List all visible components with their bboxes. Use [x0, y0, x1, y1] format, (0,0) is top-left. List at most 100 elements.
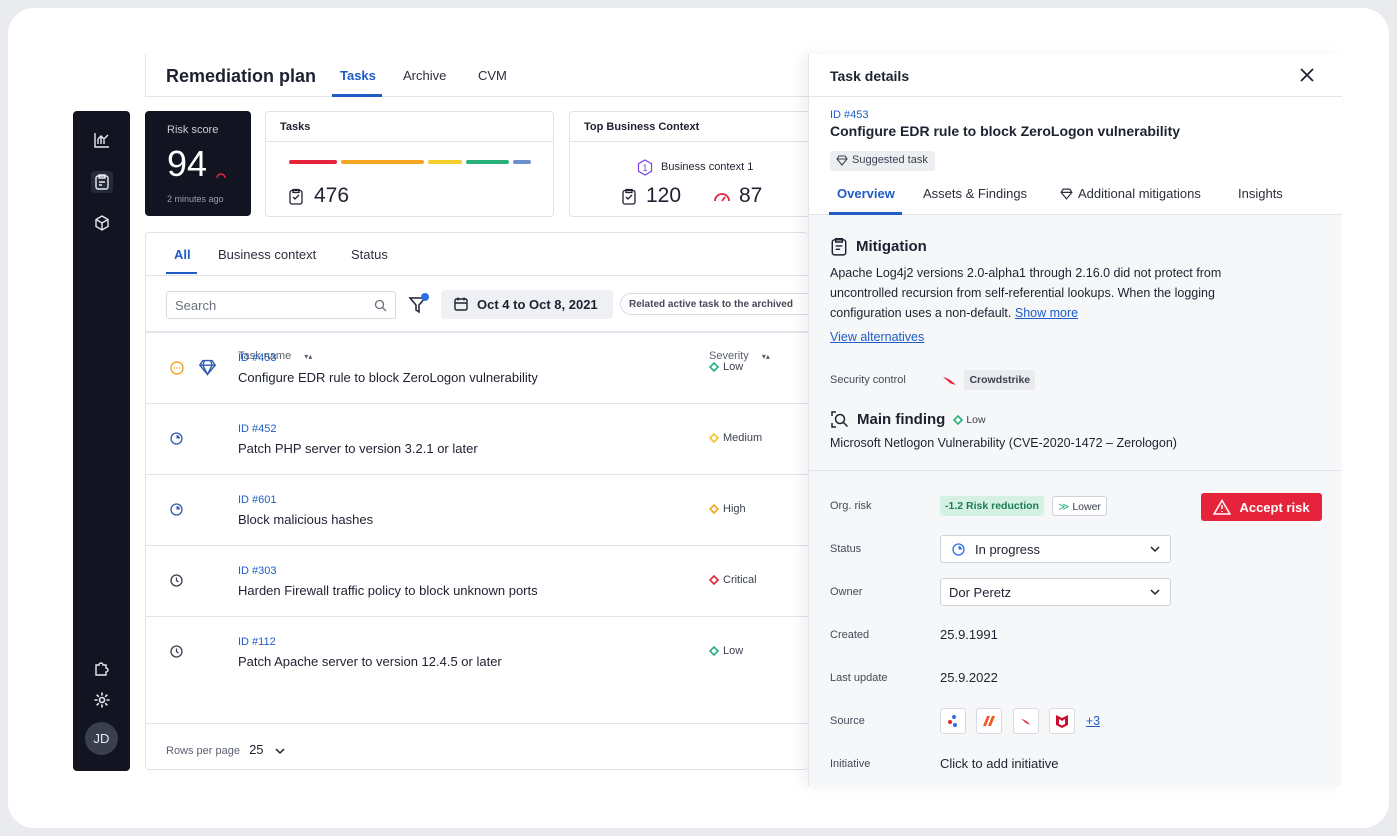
tab-tasks[interactable]: Tasks [340, 68, 376, 83]
tab-insights[interactable]: Insights [1238, 186, 1283, 201]
task-name[interactable]: Configure EDR rule to block ZeroLogon vu… [238, 370, 538, 385]
task-id[interactable]: ID #453 [238, 352, 277, 364]
tasks-card[interactable]: Tasks 476 [265, 111, 554, 217]
table-row[interactable]: ID #303 Harden Firewall traffic policy to… [146, 545, 809, 616]
task-name[interactable]: Block malicious hashes [238, 512, 373, 527]
last-update-label: Last update [830, 672, 888, 684]
filter-tab-all[interactable]: All [174, 247, 191, 262]
nav-settings-icon[interactable] [91, 689, 113, 711]
close-icon[interactable] [1298, 66, 1316, 84]
owner-select[interactable]: Dor Peretz [940, 578, 1171, 606]
source-dots-icon[interactable] [940, 708, 966, 734]
risk-level-tag: ≫ Lower [1052, 496, 1107, 516]
active-detail-tab-indicator [829, 212, 902, 215]
business-context-card[interactable]: Top Business Context 1 Business context … [569, 111, 829, 217]
mitigation-text: Apache Log4j2 versions 2.0-alpha1 throug… [830, 263, 1270, 323]
task-id[interactable]: ID #112 [238, 636, 276, 648]
nav-integrations-icon[interactable] [91, 657, 113, 679]
show-more-link[interactable]: Show more [1015, 306, 1078, 320]
initiative-value[interactable]: Click to add initiative [940, 756, 1059, 771]
main-finding-severity-label: Low [966, 413, 986, 426]
diamond-icon [836, 155, 848, 166]
task-name[interactable]: Patch PHP server to version 3.2.1 or lat… [238, 441, 478, 456]
tab-cvm[interactable]: CVM [478, 68, 507, 83]
severity-diamond-icon [709, 504, 719, 514]
nav-tasks-icon[interactable] [91, 171, 113, 193]
security-control-value: Crowdstrike [940, 370, 1036, 390]
search-input[interactable]: Search [166, 291, 396, 319]
table-row[interactable]: ID #601 Block malicious hashes High [146, 474, 809, 545]
filter-icon[interactable] [408, 292, 430, 316]
in-progress-icon [170, 432, 184, 446]
page-header: Remediation plan Tasks Archive CVM [145, 54, 808, 97]
severity-label: Low [723, 645, 744, 657]
nav-analytics-icon[interactable] [91, 129, 113, 151]
risk-score-card: Risk score 94 2 minutes ago [145, 111, 251, 216]
status-select[interactable]: In progress [940, 535, 1171, 563]
severity-label: High [723, 503, 746, 515]
filter-tab-status[interactable]: Status [351, 247, 388, 262]
task-name[interactable]: Patch Apache server to version 12.4.5 or… [238, 654, 502, 669]
clock-icon [170, 645, 184, 659]
created-label: Created [830, 629, 870, 641]
calendar-icon [454, 297, 468, 311]
user-avatar[interactable]: JD [85, 722, 118, 755]
chevron-down-icon[interactable] [275, 748, 285, 755]
rows-per-page-select[interactable]: 25 [249, 742, 263, 757]
main-panel: Remediation plan Tasks Archive CVM Risk … [145, 54, 829, 770]
task-id: ID #453 [830, 109, 869, 121]
owner-label: Owner [830, 586, 863, 598]
task-id[interactable]: ID #601 [238, 494, 277, 506]
clipboard-icon [289, 188, 303, 205]
table-row[interactable]: ID #453 Configure EDR rule to block ZeroL… [146, 332, 809, 403]
task-id[interactable]: ID #452 [238, 423, 277, 435]
context-tasks: 120 [646, 184, 682, 207]
gauge-icon [714, 193, 730, 202]
task-details-panel: Task details ID #453 Configure EDR rule … [808, 54, 1342, 786]
tab-additional-mitigations[interactable]: Additional mitigations [1060, 186, 1201, 201]
clipboard-icon [622, 188, 636, 205]
table-row[interactable]: ID #112 Patch Apache server to version 12… [146, 616, 809, 687]
diamond-icon [1060, 188, 1073, 200]
source-paloalto-icon[interactable] [976, 708, 1003, 734]
in-progress-icon [170, 503, 184, 517]
table-row[interactable]: ID #452 Patch PHP server to version 3.2.1… [146, 403, 809, 474]
chevron-down-icon [1150, 589, 1160, 596]
tasks-card-title: Tasks [266, 112, 553, 142]
source-label: Source [830, 715, 865, 727]
org-risk-label: Org. risk [830, 500, 872, 512]
source-list: +3 [940, 708, 1100, 734]
source-mcafee-icon[interactable] [1049, 708, 1076, 734]
severity-bar-high [341, 160, 424, 164]
active-filter-indicator [166, 272, 197, 274]
tab-assets-findings[interactable]: Assets & Findings [923, 186, 1027, 201]
severity-bar-low [466, 160, 509, 164]
severity-bar-critical [289, 160, 337, 164]
suggested-task-label: Suggested task [852, 154, 928, 166]
tab-overview[interactable]: Overview [837, 186, 895, 201]
more-sources-link[interactable]: +3 [1086, 714, 1100, 728]
severity-bar-medium [428, 160, 462, 164]
task-details-title: Task details [830, 68, 910, 84]
crowdstrike-tag: Crowdstrike [964, 370, 1036, 390]
task-name[interactable]: Harden Firewall traffic policy to block … [238, 583, 538, 598]
risk-level-label: Lower [1072, 501, 1101, 513]
tab-archive[interactable]: Archive [403, 68, 446, 83]
related-task-chip[interactable]: Related active task to the archived [620, 293, 820, 315]
context-number: 1 [642, 163, 647, 173]
severity-label: Medium [723, 432, 763, 444]
severity-diamond-icon [709, 575, 719, 585]
severity-cell: High [709, 503, 746, 515]
source-crowdstrike-icon[interactable] [1012, 708, 1039, 734]
task-id[interactable]: ID #303 [238, 565, 277, 577]
last-update-value: 25.9.2022 [940, 670, 998, 685]
accept-risk-button[interactable]: Accept risk [1201, 493, 1322, 521]
status-value: In progress [975, 542, 1041, 557]
main-finding-severity: Low [953, 413, 986, 426]
pagination: Rows per page 25 [166, 742, 285, 757]
filter-tab-business-context[interactable]: Business context [218, 247, 316, 262]
nav-assets-icon[interactable] [91, 212, 113, 234]
view-alternatives-link[interactable]: View alternatives [830, 330, 924, 344]
date-range-button[interactable]: Oct 4 to Oct 8, 2021 [441, 290, 613, 319]
risk-score-updated: 2 minutes ago [167, 194, 224, 204]
